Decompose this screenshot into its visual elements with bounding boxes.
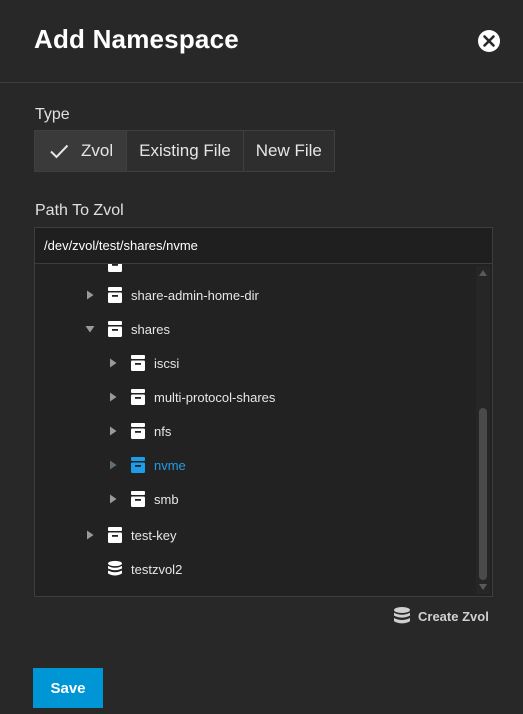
dataset-icon [131, 491, 145, 507]
create-zvol-button[interactable]: Create Zvol [393, 606, 489, 626]
type-option-existing-file[interactable]: Existing File [126, 131, 243, 171]
tree-node-nfs[interactable]: nfs [108, 419, 171, 443]
type-option-new-file[interactable]: New File [242, 131, 334, 171]
create-zvol-label: Create Zvol [418, 608, 489, 624]
scroll-down-arrow-icon[interactable] [478, 582, 488, 592]
type-option-zvol[interactable]: Zvol [35, 131, 127, 171]
tree-node-label: testzvol2 [131, 561, 183, 577]
tree-node-test-key[interactable]: test-key [85, 523, 177, 547]
save-button[interactable]: Save [33, 668, 103, 708]
tree-node-iscsi[interactable]: iscsi [108, 351, 179, 375]
dataset-icon [131, 389, 145, 405]
chevron-right-icon[interactable] [108, 358, 118, 368]
chevron-right-icon[interactable] [108, 426, 118, 436]
tree-node-label: nvme [154, 457, 186, 473]
tree-node-nvme[interactable]: nvme [108, 453, 186, 477]
dataset-icon [131, 355, 145, 371]
add-namespace-dialog: Add Namespace Type Zvol Existing File Ne… [0, 0, 523, 714]
tree-node-label: multi-protocol-shares [154, 389, 276, 405]
tree-node-label: nfs [154, 423, 172, 439]
tree-node[interactable] [107, 264, 131, 276]
tree-node-share-admin-home-dir[interactable]: share-admin-home-dir [85, 283, 259, 307]
zvol-icon [108, 560, 122, 576]
scroll-thumb[interactable] [479, 408, 487, 580]
type-option-label: Existing File [139, 141, 231, 160]
chevron-down-icon[interactable] [85, 324, 95, 334]
database-icon [394, 607, 410, 624]
dataset-icon [131, 423, 145, 439]
chevron-right-icon[interactable] [108, 392, 118, 402]
tree-node-label: iscsi [154, 355, 180, 371]
tree-node-label: share-admin-home-dir [131, 287, 259, 303]
chevron-right-icon[interactable] [85, 530, 95, 540]
chevron-right-icon[interactable] [108, 494, 118, 504]
chevron-right-icon[interactable] [85, 290, 95, 300]
type-option-label: Zvol [81, 141, 114, 160]
tree-scrollbar[interactable] [476, 266, 490, 594]
dataset-icon [108, 264, 122, 272]
path-input[interactable]: /dev/zvol/test/shares/nvme [35, 228, 492, 264]
path-label: Path To Zvol [35, 202, 124, 219]
dataset-tree: share-admin-home-dir shares iscsi multi-… [35, 264, 475, 596]
check-icon [50, 144, 69, 159]
tree-node-label: shares [131, 321, 171, 337]
dataset-icon [108, 321, 122, 337]
path-explorer: /dev/zvol/test/shares/nvme share-admin-h… [34, 227, 493, 597]
dataset-icon [131, 457, 145, 473]
dialog-title: Add Namespace [34, 24, 239, 54]
tree-node-smb[interactable]: smb [108, 487, 179, 511]
dialog-header: Add Namespace [0, 0, 523, 83]
dataset-icon [108, 287, 122, 303]
type-toggle-group: Zvol Existing File New File [34, 130, 335, 172]
tree-node-label: smb [154, 491, 179, 507]
tree-node-label: test-key [131, 527, 177, 543]
scroll-up-arrow-icon[interactable] [478, 268, 488, 278]
close-icon[interactable] [477, 29, 501, 53]
chevron-right-icon[interactable] [108, 460, 118, 470]
tree-node-testzvol2[interactable]: testzvol2 [107, 557, 182, 581]
type-label: Type [35, 106, 70, 123]
dataset-icon [108, 527, 122, 543]
type-option-label: New File [255, 141, 322, 160]
tree-node-multi-protocol-shares[interactable]: multi-protocol-shares [108, 385, 275, 409]
tree-node-shares[interactable]: shares [85, 317, 170, 341]
